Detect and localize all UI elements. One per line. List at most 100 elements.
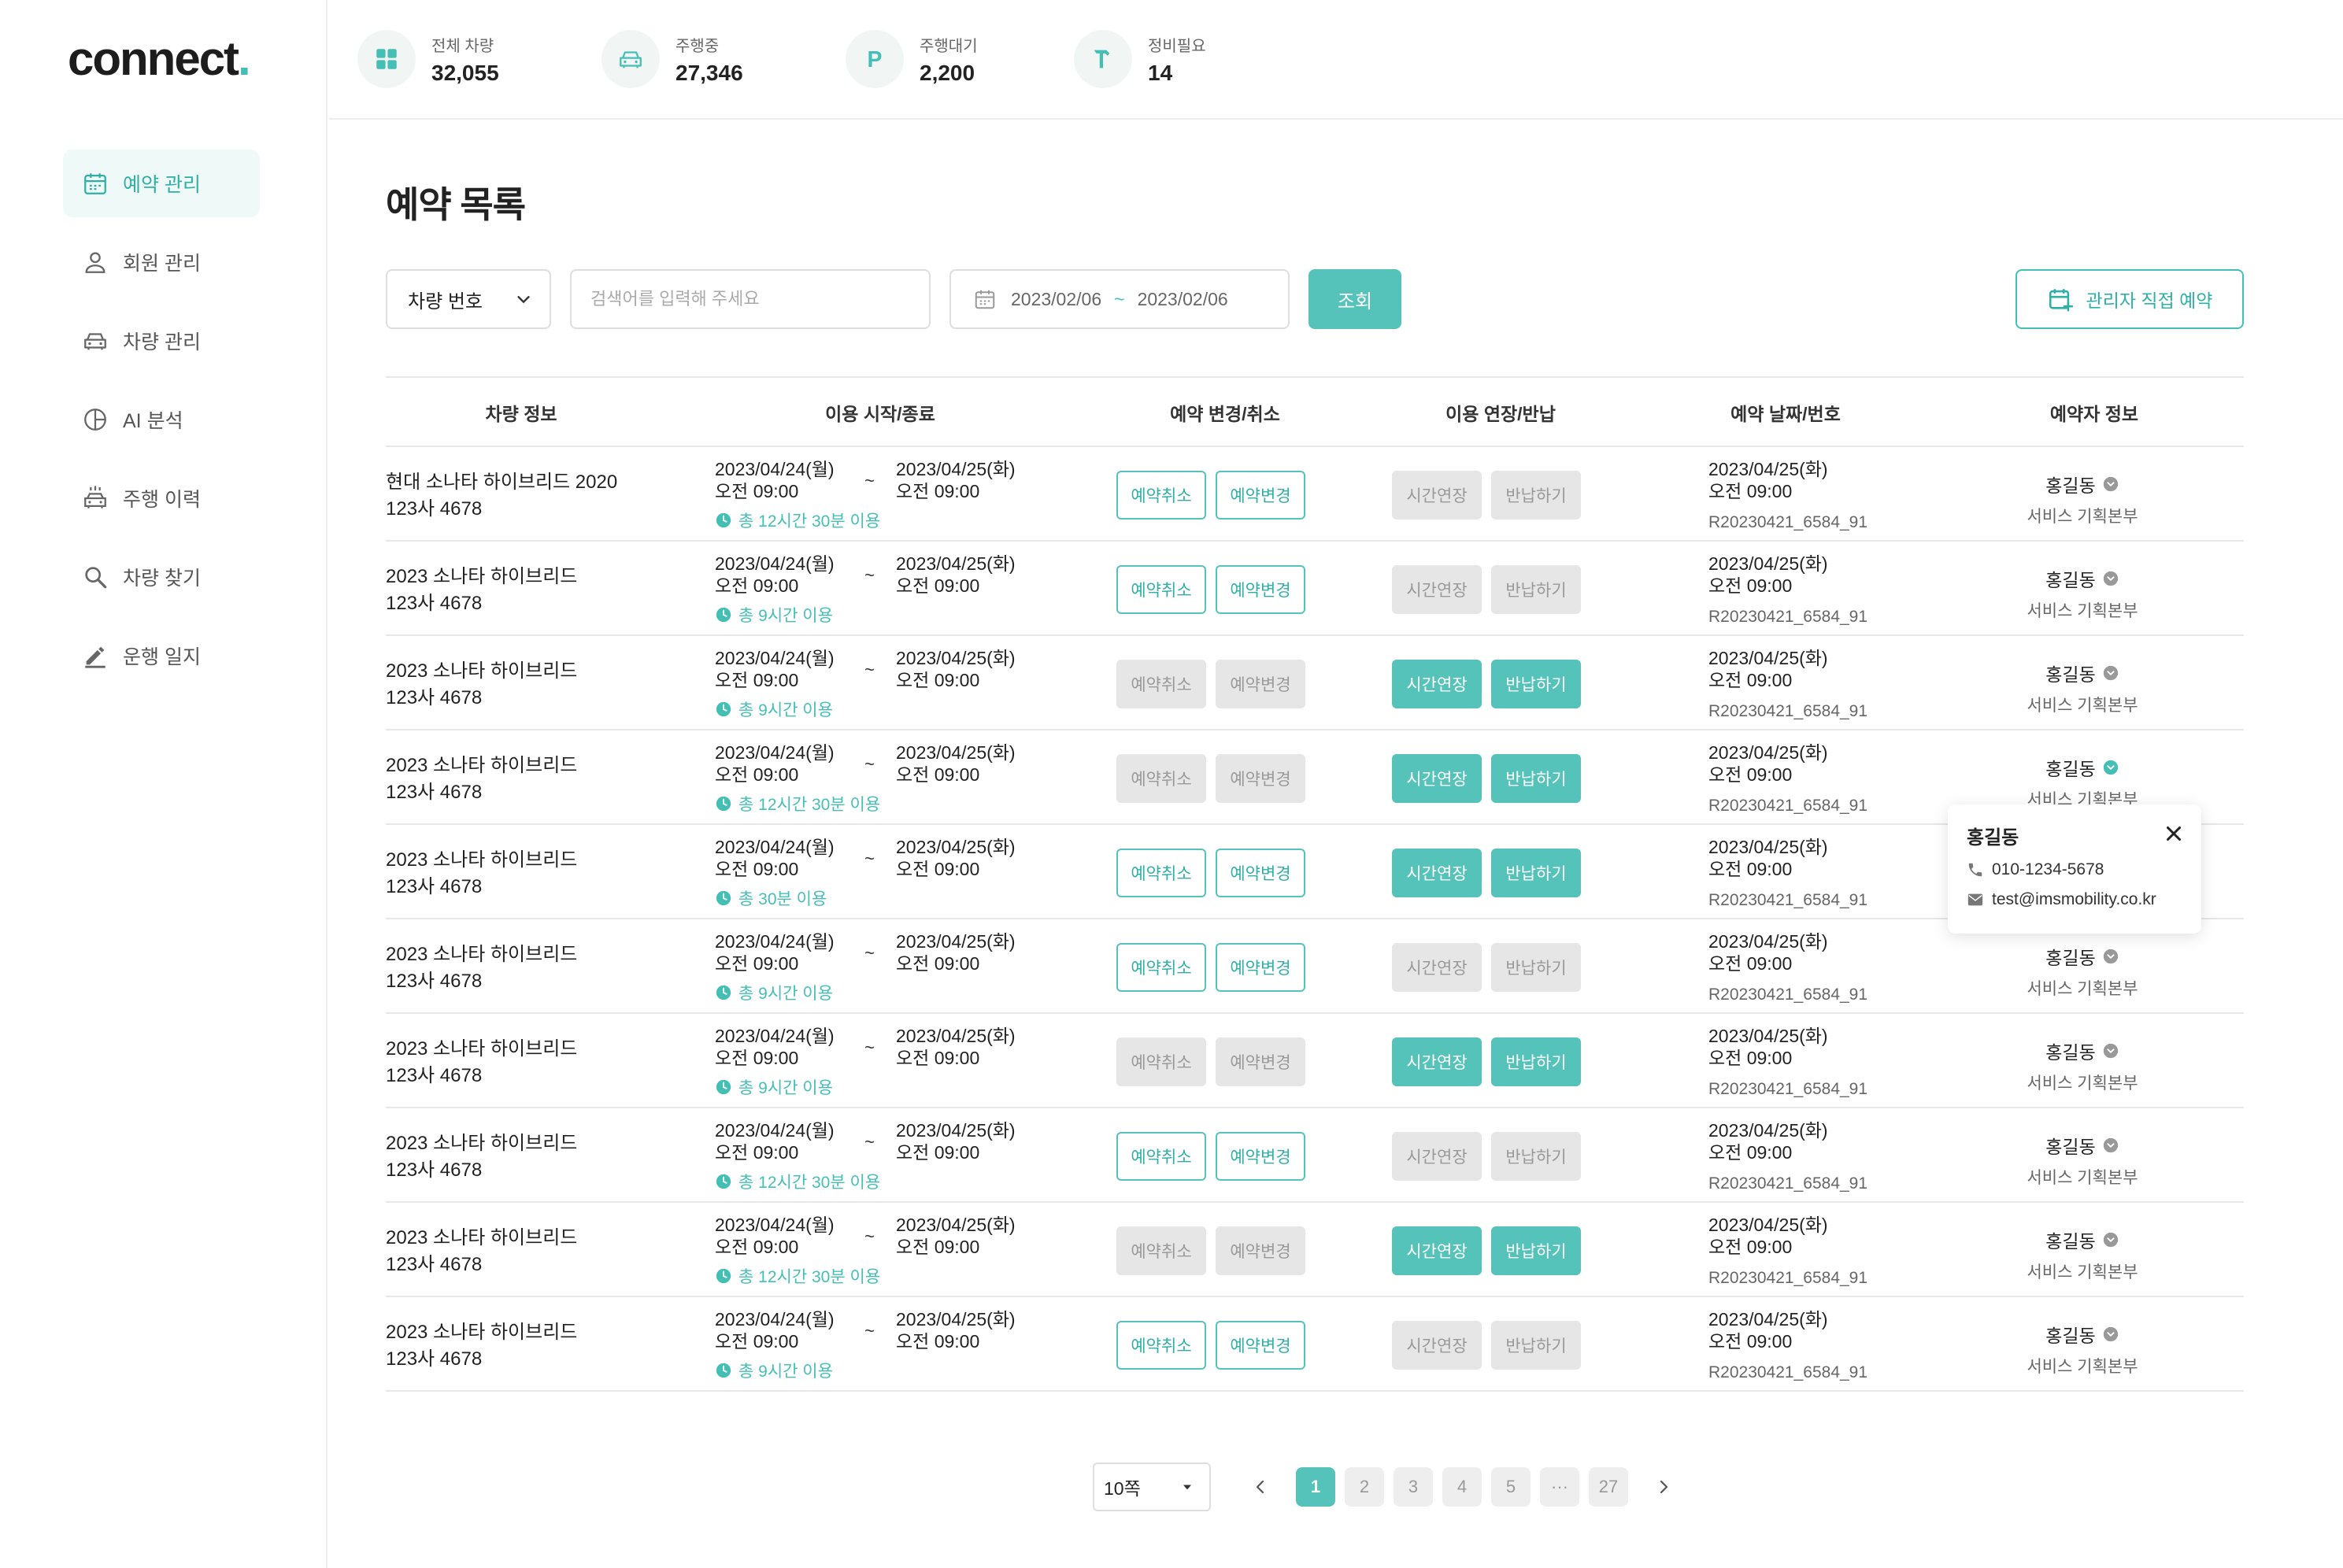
page-button[interactable]: 1 (1296, 1467, 1335, 1507)
chevron-circle-icon[interactable] (2102, 759, 2119, 776)
return-button[interactable]: 반납하기 (1491, 1037, 1581, 1086)
reserver-info[interactable]: 홍길동 서비스 기획본부 (2000, 1321, 2165, 1378)
table-row[interactable]: 2023 소나타 하이브리드 123사 4678 2023/04/24(월) 오… (386, 636, 2244, 730)
search-button[interactable]: 조회 (1308, 269, 1401, 329)
table-row[interactable]: 2023 소나타 하이브리드 123사 4678 2023/04/24(월) 오… (386, 1014, 2244, 1108)
car-info: 2023 소나타 하이브리드 123사 4678 (386, 564, 577, 617)
return-button[interactable]: 반납하기 (1491, 1321, 1581, 1370)
cancel-reservation-button[interactable]: 예약취소 (1116, 943, 1206, 992)
return-button[interactable]: 반납하기 (1491, 754, 1581, 803)
reserver-info[interactable]: 홍길동 서비스 기획본부 (2000, 1037, 2165, 1094)
chevron-circle-icon[interactable] (2102, 1042, 2119, 1060)
table-row[interactable]: 2023 소나타 하이브리드 123사 4678 2023/04/24(월) 오… (386, 1108, 2244, 1203)
extend-time-button[interactable]: 시간연장 (1392, 754, 1482, 803)
cancel-reservation-button[interactable]: 예약취소 (1116, 1132, 1206, 1181)
extend-time-button[interactable]: 시간연장 (1392, 565, 1482, 614)
page-button[interactable]: 3 (1394, 1467, 1433, 1507)
change-reservation-button[interactable]: 예약변경 (1216, 754, 1305, 803)
extend-time-button[interactable]: 시간연장 (1392, 849, 1482, 897)
table-row[interactable]: 2023 소나타 하이브리드 123사 4678 2023/04/24(월) 오… (386, 1203, 2244, 1297)
search-input[interactable] (570, 269, 931, 329)
usage-duration: 총 12시간 30분 이용 (715, 792, 880, 815)
reserver-info[interactable]: 홍길동 서비스 기획본부 (2000, 471, 2165, 527)
cancel-reservation-button[interactable]: 예약취소 (1116, 1226, 1206, 1275)
chevron-circle-icon[interactable] (2102, 570, 2119, 587)
logo[interactable]: connect. (68, 31, 251, 86)
extend-time-button[interactable]: 시간연장 (1392, 1226, 1482, 1275)
table-row[interactable]: 2023 소나타 하이브리드 123사 4678 2023/04/24(월) 오… (386, 1297, 2244, 1392)
return-button[interactable]: 반납하기 (1491, 943, 1581, 992)
reserver-info[interactable]: 홍길동 서비스 기획본부 (2000, 660, 2165, 716)
sidebar-item-1[interactable]: 회원 관리 (63, 228, 260, 296)
change-reservation-button[interactable]: 예약변경 (1216, 1226, 1305, 1275)
reserver-info[interactable]: 홍길동 서비스 기획본부 (2000, 1226, 2165, 1283)
change-reservation-button[interactable]: 예약변경 (1216, 849, 1305, 897)
change-reservation-button[interactable]: 예약변경 (1216, 1132, 1305, 1181)
chevron-circle-icon[interactable] (2102, 948, 2119, 965)
reservation-time: 오전 09:00 (1708, 481, 1793, 501)
table-row[interactable]: 2023 소나타 하이브리드 123사 4678 2023/04/24(월) 오… (386, 542, 2244, 636)
extend-time-button[interactable]: 시간연장 (1392, 943, 1482, 992)
chevron-circle-icon[interactable] (2102, 1231, 2119, 1248)
extend-time-button[interactable]: 시간연장 (1392, 1037, 1482, 1086)
search-type-select[interactable]: 차량 번호 (386, 269, 551, 329)
sidebar-item-3[interactable]: AI 분석 (63, 386, 260, 453)
sidebar-item-5[interactable]: 차량 찾기 (63, 543, 260, 611)
reserver-info[interactable]: 홍길동 서비스 기획본부 (2000, 1132, 2165, 1189)
chevron-circle-icon[interactable] (2102, 664, 2119, 682)
chevron-circle-icon[interactable] (2102, 1326, 2119, 1343)
cancel-reservation-button[interactable]: 예약취소 (1116, 660, 1206, 708)
sidebar-item-0[interactable]: 예약 관리 (63, 150, 260, 217)
next-page-button[interactable] (1644, 1467, 1683, 1507)
reserver-info[interactable]: 홍길동 서비스 기획본부 (2000, 565, 2165, 622)
return-button[interactable]: 반납하기 (1491, 565, 1581, 614)
return-button[interactable]: 반납하기 (1491, 660, 1581, 708)
cancel-reservation-button[interactable]: 예약취소 (1116, 471, 1206, 520)
cancel-reservation-button[interactable]: 예약취소 (1116, 565, 1206, 614)
extend-time-button[interactable]: 시간연장 (1392, 1321, 1482, 1370)
car-info: 2023 소나타 하이브리드 123사 4678 (386, 658, 577, 712)
extend-time-button[interactable]: 시간연장 (1392, 660, 1482, 708)
prev-page-button[interactable] (1241, 1467, 1280, 1507)
reservation-id: R20230421_6584_91 (1708, 1269, 1868, 1287)
range-separator: ~ (864, 1132, 875, 1152)
sidebar-item-2[interactable]: 차량 관리 (63, 307, 260, 375)
extend-time-button[interactable]: 시간연장 (1392, 1132, 1482, 1181)
stat-value: 32,055 (431, 60, 499, 85)
stat-2: P 주행대기 2,200 (846, 30, 978, 88)
page-button[interactable]: 2 (1345, 1467, 1384, 1507)
sidebar-item-4[interactable]: 주행 이력 (63, 464, 260, 532)
start-datetime: 2023/04/24(월) 오전 09:00 (715, 1215, 835, 1257)
cancel-reservation-button[interactable]: 예약취소 (1116, 1321, 1206, 1370)
change-reservation-button[interactable]: 예약변경 (1216, 565, 1305, 614)
change-reservation-button[interactable]: 예약변경 (1216, 660, 1305, 708)
reserver-info[interactable]: 홍길동 서비스 기획본부 (2000, 943, 2165, 1000)
return-button[interactable]: 반납하기 (1491, 849, 1581, 897)
chevron-circle-icon[interactable] (2102, 475, 2119, 493)
change-reservation-button[interactable]: 예약변경 (1216, 471, 1305, 520)
cancel-reservation-button[interactable]: 예약취소 (1116, 849, 1206, 897)
page-button[interactable]: 27 (1589, 1467, 1628, 1507)
table-row[interactable]: 현대 소나타 하이브리드 2020 123사 4678 2023/04/24(월… (386, 447, 2244, 542)
chevron-circle-icon[interactable] (2102, 1137, 2119, 1154)
return-button[interactable]: 반납하기 (1491, 1226, 1581, 1275)
return-button[interactable]: 반납하기 (1491, 471, 1581, 520)
change-reservation-button[interactable]: 예약변경 (1216, 1321, 1305, 1370)
reserver-info[interactable]: 홍길동 서비스 기획본부 (2000, 754, 2165, 811)
page-size-select[interactable]: 10쪽 (1093, 1463, 1211, 1511)
extend-time-button[interactable]: 시간연장 (1392, 471, 1482, 520)
date-range-picker[interactable]: 2023/02/06 ~ 2023/02/06 (949, 269, 1290, 329)
reserver-name: 홍길동 (2045, 759, 2096, 779)
close-icon[interactable] (2162, 822, 2186, 845)
table-row[interactable]: 2023 소나타 하이브리드 123사 4678 2023/04/24(월) 오… (386, 919, 2244, 1014)
cancel-reservation-button[interactable]: 예약취소 (1116, 1037, 1206, 1086)
change-reservation-button[interactable]: 예약변경 (1216, 943, 1305, 992)
sidebar-item-6[interactable]: 운행 일지 (63, 622, 260, 690)
cancel-reservation-button[interactable]: 예약취소 (1116, 754, 1206, 803)
page-button[interactable]: 5 (1491, 1467, 1531, 1507)
admin-reserve-button[interactable]: 관리자 직접 예약 (2015, 269, 2244, 329)
page-button[interactable]: ··· (1540, 1467, 1579, 1507)
page-button[interactable]: 4 (1442, 1467, 1482, 1507)
change-reservation-button[interactable]: 예약변경 (1216, 1037, 1305, 1086)
return-button[interactable]: 반납하기 (1491, 1132, 1581, 1181)
